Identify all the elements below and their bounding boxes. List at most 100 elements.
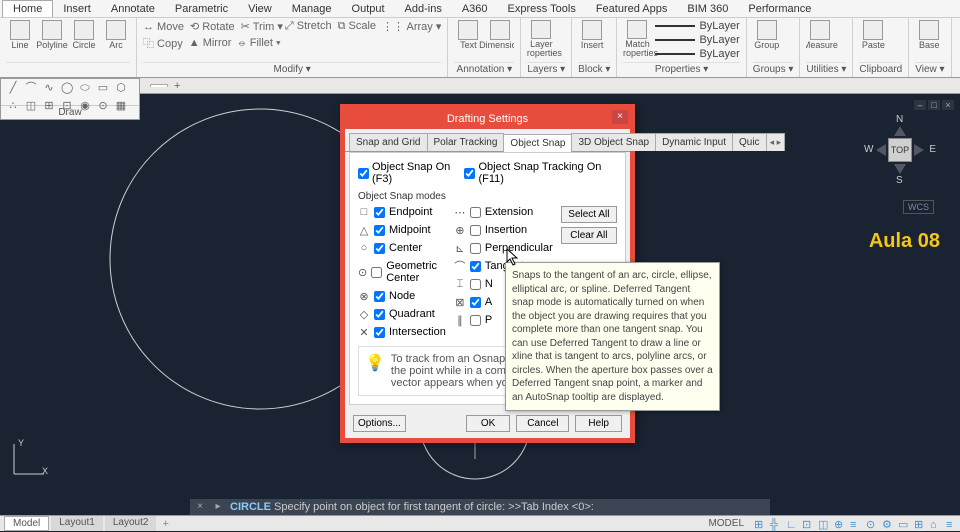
menu-featured-apps[interactable]: Featured Apps (586, 1, 678, 17)
ribbon-layer-properties[interactable]: Layer Properties (527, 20, 555, 58)
ribbon-group-label[interactable]: View ▾ (915, 62, 944, 76)
compass-tri-s[interactable] (894, 164, 906, 174)
menu-home[interactable]: Home (2, 0, 53, 17)
menu-output[interactable]: Output (342, 1, 395, 17)
osnap-extension-checkbox[interactable] (470, 207, 481, 218)
osnap-p-checkbox[interactable] (470, 315, 481, 326)
status-icon[interactable]: ∟ (782, 517, 796, 531)
cancel-button[interactable]: Cancel (516, 415, 569, 432)
ribbon-group-label[interactable]: Block ▾ (578, 62, 610, 76)
status-icon[interactable]: ◫ (814, 517, 828, 531)
ribbon-measure[interactable]: Measure (806, 20, 834, 58)
tool-icon[interactable]: ∴ (7, 100, 19, 112)
tool-icon[interactable]: ⊞ (43, 100, 55, 112)
ribbon-group-label[interactable] (6, 62, 130, 65)
osnap-a-checkbox[interactable] (470, 297, 481, 308)
tool-icon[interactable]: ∿ (43, 82, 55, 94)
ribbon-item[interactable]: ⿻ Copy (143, 35, 183, 51)
clear-all-button[interactable]: Clear All (561, 227, 617, 244)
command-line[interactable]: × ▸ CIRCLE Specify point on object for f… (190, 499, 770, 515)
status-icon[interactable]: ⊙ (862, 517, 876, 531)
status-icon[interactable]: ▭ (894, 517, 908, 531)
ribbon-group-label[interactable]: Annotation ▾ (454, 62, 514, 76)
ribbon-item[interactable]: ▲ Mirror (189, 37, 232, 49)
tool-icon[interactable]: ╱ (7, 82, 19, 94)
dialog-titlebar[interactable]: Drafting Settings × (345, 109, 630, 129)
status-icon[interactable]: ⊡ (798, 517, 812, 531)
ribbon-item[interactable]: ⋮⋮ Array ▾ (382, 20, 441, 33)
osnap-n-checkbox[interactable] (470, 279, 481, 290)
dialog-tab-object-snap[interactable]: Object Snap (503, 134, 572, 152)
bylayer-dropdown[interactable]: ByLayer (699, 34, 739, 46)
minimize-icon[interactable]: – (914, 100, 926, 110)
ok-button[interactable]: OK (466, 415, 510, 432)
maximize-icon[interactable]: □ (928, 100, 940, 110)
menu-manage[interactable]: Manage (282, 1, 342, 17)
dialog-tab-quic[interactable]: Quic (732, 133, 767, 151)
tool-icon[interactable]: ⌒ (25, 82, 37, 94)
menu-a360[interactable]: A360 (452, 1, 498, 17)
menu-performance[interactable]: Performance (738, 1, 821, 17)
view-cube-top[interactable]: TOP (888, 138, 912, 162)
tool-icon[interactable]: ⬡ (115, 82, 127, 94)
help-button[interactable]: Help (575, 415, 622, 432)
status-icon[interactable]: ⊕ (830, 517, 844, 531)
ribbon-insert[interactable]: Insert (578, 20, 606, 58)
menu-bim-360[interactable]: BIM 360 (677, 1, 738, 17)
osnap-tangent-checkbox[interactable] (470, 261, 481, 272)
ribbon-paste[interactable]: Paste (859, 20, 887, 58)
osnap-perpendicular-checkbox[interactable] (470, 243, 481, 254)
wcs-label[interactable]: WCS (903, 200, 934, 214)
ribbon-group-label[interactable]: Utilities ▾ (806, 62, 846, 76)
ribbon-match-properties[interactable]: Match Properties (623, 20, 651, 58)
osnap-node-checkbox[interactable] (374, 291, 385, 302)
menu-annotate[interactable]: Annotate (101, 1, 165, 17)
menu-express-tools[interactable]: Express Tools (498, 1, 586, 17)
status-icon[interactable]: ⌂ (926, 517, 940, 531)
dialog-tab-dynamic-input[interactable]: Dynamic Input (655, 133, 733, 151)
layout-add-icon[interactable]: + (156, 517, 174, 531)
status-model[interactable]: MODEL (704, 517, 748, 530)
layout-tab-layout2[interactable]: Layout2 (105, 516, 157, 531)
ribbon-item[interactable]: ⟲ Rotate (190, 20, 235, 33)
tool-icon[interactable]: ◯ (61, 82, 73, 94)
osnap-endpoint-checkbox[interactable] (374, 207, 385, 218)
osnap-center-checkbox[interactable] (374, 243, 385, 254)
ribbon-circle[interactable]: Circle (70, 20, 98, 58)
ribbon-text[interactable]: Text (454, 20, 482, 58)
compass-tri-e[interactable] (914, 144, 924, 156)
status-icon[interactable]: ╬ (766, 517, 780, 531)
tool-icon[interactable]: ◫ (25, 100, 37, 112)
bylayer-dropdown[interactable]: ByLayer (699, 48, 739, 60)
menu-view[interactable]: View (238, 1, 282, 17)
ribbon-item[interactable]: ⦵ Fillet ▾ (237, 37, 280, 50)
status-icon[interactable]: ⚙ (878, 517, 892, 531)
ribbon-item[interactable]: ↔ Move (143, 21, 184, 33)
ribbon-group[interactable]: Group (753, 20, 781, 58)
ribbon-group-label[interactable]: Clipboard (859, 62, 902, 76)
ribbon-item[interactable]: ⤢ Stretch (285, 20, 332, 33)
ribbon-dimension[interactable]: Dimension (486, 20, 514, 58)
status-icon[interactable]: ≡ (846, 517, 860, 531)
bylayer-dropdown[interactable]: ByLayer (699, 20, 739, 32)
ribbon-polyline[interactable]: Polyline (38, 20, 66, 58)
osnap-quadrant-checkbox[interactable] (374, 309, 385, 320)
dialog-close-icon[interactable]: × (612, 110, 628, 124)
tab-scroll-arrows[interactable]: ◂ ▸ (766, 133, 786, 151)
ribbon-group-label[interactable]: Modify ▾ (143, 62, 441, 76)
status-icon[interactable]: ⊞ (750, 517, 764, 531)
status-icon[interactable]: ⊞ (910, 517, 924, 531)
ribbon-group-label[interactable]: Properties ▾ (623, 62, 739, 76)
options-button[interactable]: Options... (353, 415, 406, 432)
osnap-geometric-center-checkbox[interactable] (371, 267, 382, 278)
compass-tri-w[interactable] (876, 144, 886, 156)
ribbon-item[interactable]: ✂ Trim ▾ (241, 20, 283, 33)
osnap-on-checkbox[interactable]: Object Snap On (F3) (358, 161, 464, 185)
ribbon-arc[interactable]: Arc (102, 20, 130, 58)
doc-tab-active[interactable] (150, 84, 168, 87)
dialog-tab-3d-object-snap[interactable]: 3D Object Snap (571, 133, 656, 151)
menu-parametric[interactable]: Parametric (165, 1, 238, 17)
ribbon-group-label[interactable]: Groups ▾ (753, 62, 794, 76)
ribbon-item[interactable]: ⧉ Scale (338, 20, 376, 33)
layout-tab-model[interactable]: Model (4, 516, 49, 531)
